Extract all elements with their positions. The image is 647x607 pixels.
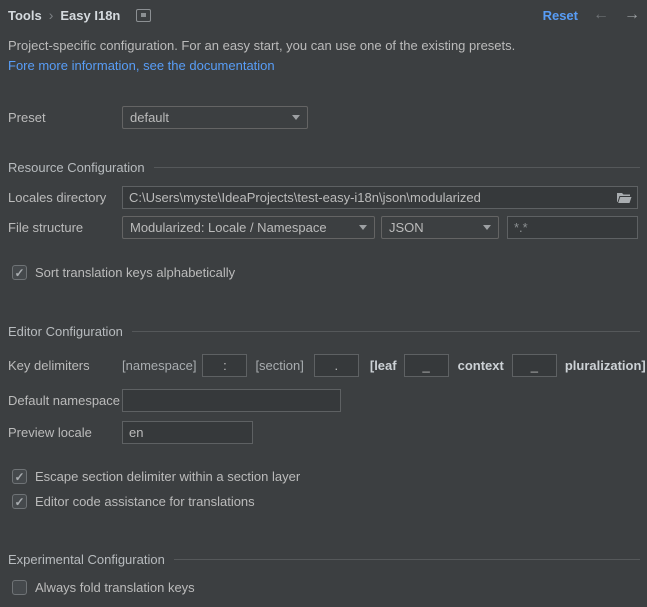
default-namespace-input[interactable] [122,389,341,412]
file-pattern-input[interactable] [507,216,638,239]
reset-button[interactable]: Reset [543,8,578,23]
section-divider [154,167,640,168]
breadcrumb-easy-i18n[interactable]: Easy I18n [60,8,120,23]
editor-section-title: Editor Configuration [8,324,123,339]
locales-directory-label: Locales directory [8,190,122,205]
namespace-part-label: [namespace] [122,358,196,373]
experimental-section-header: Experimental Configuration [8,552,640,567]
sort-keys-label: Sort translation keys alphabetically [35,265,235,280]
code-assistance-label: Editor code assistance for translations [35,494,255,509]
locales-directory-field-wrap [122,186,638,209]
preset-select[interactable]: default [122,106,308,129]
editor-section-header: Editor Configuration [8,324,640,339]
forward-arrow-icon[interactable]: → [624,7,640,23]
file-structure-value: Modularized: Locale / Namespace [130,220,353,235]
file-structure-select[interactable]: Modularized: Locale / Namespace [122,216,375,239]
breadcrumb-separator: › [49,7,54,23]
preview-locale-row: Preview locale [8,421,640,444]
documentation-link[interactable]: Fore more information, see the documenta… [8,58,275,73]
checkbox-checked-icon: ✓ [12,265,27,280]
resource-section-header: Resource Configuration [8,160,640,175]
fold-keys-checkbox[interactable]: Always fold translation keys [12,580,195,595]
file-format-value: JSON [389,220,477,235]
back-arrow-icon[interactable]: ← [593,7,609,23]
section-part-label: [section] [255,358,303,373]
context-part-label: context [458,358,504,373]
section-divider [132,331,640,332]
breadcrumb-tools[interactable]: Tools [8,8,42,23]
plural-delimiter-input[interactable] [512,354,557,377]
pluralization-part-label: pluralization] [565,358,646,373]
leaf-part-label: [leaf [370,358,397,373]
file-structure-row: File structure Modularized: Locale / Nam… [8,216,640,239]
preset-value: default [130,110,286,125]
chevron-down-icon [483,225,491,230]
folder-browse-icon[interactable] [615,190,633,205]
escape-delimiter-checkbox[interactable]: ✓ Escape section delimiter within a sect… [12,469,300,484]
fold-keys-label: Always fold translation keys [35,580,195,595]
file-format-select[interactable]: JSON [381,216,499,239]
context-delimiter-input[interactable] [404,354,449,377]
sort-keys-checkbox[interactable]: ✓ Sort translation keys alphabetically [12,265,235,280]
header: Tools › Easy I18n Reset ← → [8,7,640,23]
escape-delimiter-label: Escape section delimiter within a sectio… [35,469,300,484]
header-actions: Reset ← → [543,7,640,23]
show-in-dialog-icon[interactable] [136,9,151,22]
key-delimiters-row: Key delimiters [namespace] [section] [le… [8,354,640,377]
chevron-down-icon [359,225,367,230]
section-divider [174,559,640,560]
checkbox-unchecked-icon [12,580,27,595]
resource-section-title: Resource Configuration [8,160,145,175]
checkbox-checked-icon: ✓ [12,494,27,509]
preset-row: Preset default [8,106,640,129]
preset-label: Preset [8,110,122,125]
breadcrumb: Tools › Easy I18n [8,7,151,23]
locales-directory-input[interactable] [122,186,638,209]
checkbox-checked-icon: ✓ [12,469,27,484]
section-delimiter-input[interactable] [314,354,359,377]
code-assistance-checkbox[interactable]: ✓ Editor code assistance for translation… [12,494,255,509]
preview-locale-label: Preview locale [8,425,122,440]
settings-panel: Tools › Easy I18n Reset ← → Project-spec… [0,0,647,607]
description-text: Project-specific configuration. For an e… [8,38,515,53]
experimental-section-title: Experimental Configuration [8,552,165,567]
default-namespace-row: Default namespace [8,389,640,412]
locales-directory-row: Locales directory [8,186,640,209]
chevron-down-icon [292,115,300,120]
key-delimiters-label: Key delimiters [8,358,122,373]
preview-locale-input[interactable] [122,421,253,444]
namespace-delimiter-input[interactable] [202,354,247,377]
default-namespace-label: Default namespace [8,393,122,408]
file-structure-label: File structure [8,220,122,235]
